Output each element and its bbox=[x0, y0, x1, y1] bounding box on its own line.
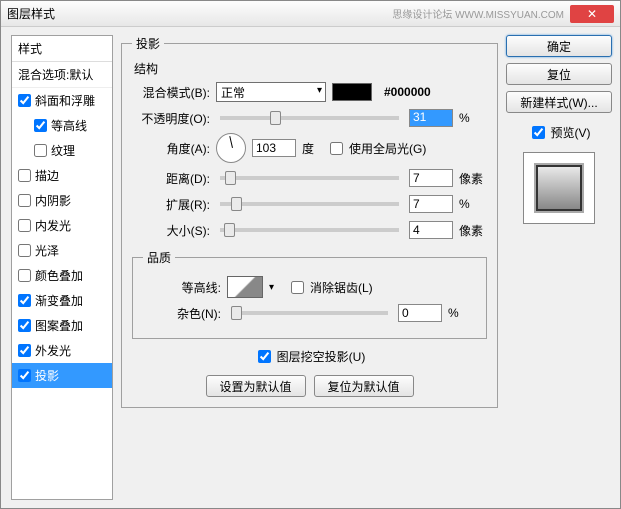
style-item-checkbox[interactable] bbox=[18, 344, 31, 357]
style-item[interactable]: 外发光 bbox=[12, 338, 112, 363]
style-item-label: 纹理 bbox=[51, 142, 75, 159]
layer-style-dialog: 图层样式 思缘设计论坛 WWW.MISSYUAN.COM ✕ 样式 混合选项:默… bbox=[0, 0, 621, 509]
size-unit: 像素 bbox=[459, 222, 487, 239]
style-item-checkbox[interactable] bbox=[34, 119, 47, 132]
noise-slider[interactable] bbox=[231, 311, 388, 315]
antialias-checkbox[interactable]: 消除锯齿(L) bbox=[287, 278, 373, 297]
style-item-label: 描边 bbox=[35, 167, 59, 184]
style-item-label: 投影 bbox=[35, 367, 59, 384]
angle-dial[interactable] bbox=[216, 133, 246, 163]
reset-default-button[interactable]: 复位为默认值 bbox=[314, 375, 414, 397]
noise-input[interactable] bbox=[398, 304, 442, 322]
spread-input[interactable] bbox=[409, 195, 453, 213]
style-item-checkbox[interactable] bbox=[18, 94, 31, 107]
blend-options-default[interactable]: 混合选项:默认 bbox=[12, 62, 112, 88]
style-item[interactable]: 描边 bbox=[12, 163, 112, 188]
preview-thumb-icon bbox=[536, 165, 582, 211]
style-item-label: 图案叠加 bbox=[35, 317, 83, 334]
noise-label: 杂色(N): bbox=[143, 305, 221, 322]
size-label: 大小(S): bbox=[132, 222, 210, 239]
style-item-label: 斜面和浮雕 bbox=[35, 92, 95, 109]
style-item-checkbox[interactable] bbox=[18, 219, 31, 232]
shadow-color-hex: #000000 bbox=[384, 85, 431, 99]
chevron-down-icon: ▾ bbox=[269, 282, 274, 293]
style-item-label: 外发光 bbox=[35, 342, 71, 359]
spread-unit: % bbox=[459, 197, 487, 211]
style-item-checkbox[interactable] bbox=[18, 319, 31, 332]
style-item[interactable]: 斜面和浮雕 bbox=[12, 88, 112, 113]
style-item-label: 光泽 bbox=[35, 242, 59, 259]
knockout-checkbox[interactable]: 图层挖空投影(U) bbox=[254, 347, 366, 366]
spread-slider[interactable] bbox=[220, 202, 399, 206]
global-light-checkbox[interactable]: 使用全局光(G) bbox=[326, 139, 426, 158]
opacity-unit: % bbox=[459, 111, 487, 125]
style-item-label: 内阴影 bbox=[35, 192, 71, 209]
structure-title: 结构 bbox=[134, 60, 487, 77]
style-item-label: 渐变叠加 bbox=[35, 292, 83, 309]
contour-label: 等高线: bbox=[143, 279, 221, 296]
opacity-slider[interactable] bbox=[220, 116, 399, 120]
preview-swatch bbox=[523, 152, 595, 224]
style-item[interactable]: 内发光 bbox=[12, 213, 112, 238]
cancel-button[interactable]: 复位 bbox=[506, 63, 612, 85]
size-input[interactable] bbox=[409, 221, 453, 239]
close-icon: ✕ bbox=[587, 7, 597, 21]
style-item[interactable]: 颜色叠加 bbox=[12, 263, 112, 288]
style-item-checkbox[interactable] bbox=[18, 169, 31, 182]
style-item-label: 等高线 bbox=[51, 117, 87, 134]
styles-panel: 样式 混合选项:默认 斜面和浮雕等高线纹理描边内阴影内发光光泽颜色叠加渐变叠加图… bbox=[11, 35, 113, 500]
style-item-checkbox[interactable] bbox=[34, 144, 47, 157]
style-item-label: 内发光 bbox=[35, 217, 71, 234]
action-panel: 确定 复位 新建样式(W)... 预览(V) bbox=[506, 35, 612, 500]
contour-picker[interactable]: ▾ bbox=[227, 276, 263, 298]
close-button[interactable]: ✕ bbox=[570, 5, 614, 23]
quality-group: 品质 等高线: ▾ 消除锯齿(L) 杂色(N): % bbox=[132, 249, 487, 339]
styles-header: 样式 bbox=[12, 36, 112, 62]
angle-input[interactable] bbox=[252, 139, 296, 157]
window-title: 图层样式 bbox=[7, 5, 392, 22]
style-item-checkbox[interactable] bbox=[18, 269, 31, 282]
ok-button[interactable]: 确定 bbox=[506, 35, 612, 57]
style-item-checkbox[interactable] bbox=[18, 244, 31, 257]
style-item[interactable]: 投影 bbox=[12, 363, 112, 388]
style-item[interactable]: 内阴影 bbox=[12, 188, 112, 213]
make-default-button[interactable]: 设置为默认值 bbox=[206, 375, 306, 397]
quality-title: 品质 bbox=[143, 249, 175, 266]
distance-unit: 像素 bbox=[459, 170, 487, 187]
style-item-checkbox[interactable] bbox=[18, 294, 31, 307]
settings-area: 投影 结构 混合模式(B): ▾ #000000 不透明度(O): 31 % bbox=[121, 35, 498, 500]
style-item[interactable]: 光泽 bbox=[12, 238, 112, 263]
size-slider[interactable] bbox=[220, 228, 399, 232]
style-item[interactable]: 等高线 bbox=[12, 113, 112, 138]
blend-mode-select[interactable] bbox=[216, 82, 326, 102]
noise-unit: % bbox=[448, 306, 476, 320]
style-item[interactable]: 渐变叠加 bbox=[12, 288, 112, 313]
distance-label: 距离(D): bbox=[132, 170, 210, 187]
shadow-panel: 投影 结构 混合模式(B): ▾ #000000 不透明度(O): 31 % bbox=[121, 35, 498, 408]
opacity-input[interactable]: 31 bbox=[409, 109, 453, 127]
style-item-label: 颜色叠加 bbox=[35, 267, 83, 284]
style-item[interactable]: 图案叠加 bbox=[12, 313, 112, 338]
angle-label: 角度(A): bbox=[132, 140, 210, 157]
opacity-label: 不透明度(O): bbox=[132, 110, 210, 127]
shadow-panel-title: 投影 bbox=[132, 35, 164, 52]
style-item-checkbox[interactable] bbox=[18, 369, 31, 382]
style-item-checkbox[interactable] bbox=[18, 194, 31, 207]
angle-unit: 度 bbox=[302, 140, 314, 157]
watermark-text: 思缘设计论坛 WWW.MISSYUAN.COM bbox=[392, 6, 564, 21]
new-style-button[interactable]: 新建样式(W)... bbox=[506, 91, 612, 113]
distance-input[interactable] bbox=[409, 169, 453, 187]
blend-mode-label: 混合模式(B): bbox=[132, 84, 210, 101]
title-bar: 图层样式 思缘设计论坛 WWW.MISSYUAN.COM ✕ bbox=[1, 1, 620, 27]
preview-checkbox[interactable]: 预览(V) bbox=[528, 123, 591, 142]
spread-label: 扩展(R): bbox=[132, 196, 210, 213]
distance-slider[interactable] bbox=[220, 176, 399, 180]
style-item[interactable]: 纹理 bbox=[12, 138, 112, 163]
shadow-color-swatch[interactable] bbox=[332, 83, 372, 101]
